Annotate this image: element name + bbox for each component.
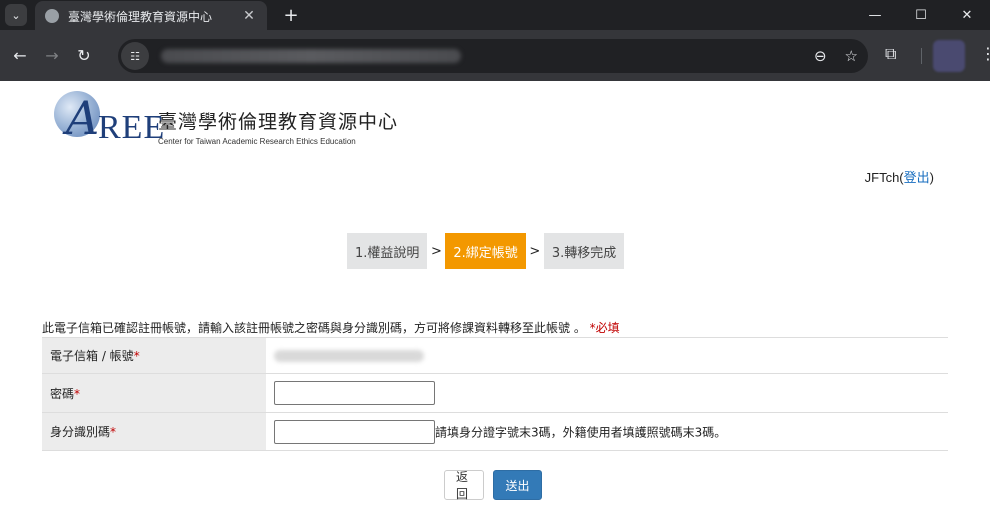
progress-steps: 1.權益說明 > 2.綁定帳號 > 3.轉移完成 bbox=[347, 233, 625, 269]
close-tab-icon[interactable]: ✕ bbox=[241, 8, 257, 24]
new-tab-button[interactable]: + bbox=[281, 5, 301, 26]
submit-button[interactable]: 送出 bbox=[493, 470, 542, 500]
page-content: A REE 臺灣學術倫理教育資源中心 Center for Taiwan Aca… bbox=[0, 81, 990, 515]
browser-tabbar: ⌄ 臺灣學術倫理教育資源中心 ✕ + — ☐ ✕ bbox=[0, 0, 990, 31]
site-logo[interactable]: A REE 臺灣學術倫理教育資源中心 Center for Taiwan Aca… bbox=[52, 91, 397, 151]
browser-toolbar: ← → ↻ ☷ ⊖ ☆ ⧉ ⋮ bbox=[0, 30, 990, 81]
id-code-label-text: 身分識別碼 bbox=[50, 425, 111, 439]
org-name-en: Center for Taiwan Academic Research Ethi… bbox=[158, 137, 356, 146]
password-label: 密碼* bbox=[42, 373, 266, 413]
logo-ree: REE bbox=[98, 109, 166, 146]
logo-a-mark: A bbox=[66, 91, 100, 145]
email-label-text: 電子信箱 / 帳號 bbox=[50, 349, 134, 363]
extensions-icon[interactable]: ⧉ bbox=[885, 44, 896, 64]
email-value bbox=[266, 337, 948, 374]
close-window-button[interactable]: ✕ bbox=[944, 0, 990, 30]
form-buttons: 返回 送出 bbox=[444, 470, 542, 501]
window-controls: — ☐ ✕ bbox=[852, 0, 990, 30]
id-code-hint: 請填身分證字號末3碼，外籍使用者填護照號碼末3碼。 bbox=[435, 425, 727, 439]
browser-tab[interactable]: 臺灣學術倫理教育資源中心 ✕ bbox=[35, 1, 267, 31]
required-star: * bbox=[133, 349, 140, 363]
profile-avatar[interactable] bbox=[933, 40, 965, 72]
username: JFTch bbox=[864, 170, 900, 185]
site-info-icon[interactable]: ☷ bbox=[121, 42, 149, 70]
notice-text: 此電子信箱已確認註冊帳號，請輸入該註冊帳號之密碼與身分識別碼，方可將修課資料轉移… bbox=[42, 321, 586, 335]
step-2: 2.綁定帳號 bbox=[445, 233, 526, 269]
password-cell bbox=[266, 373, 948, 413]
id-code-input[interactable] bbox=[274, 419, 435, 444]
id-code-label: 身分識別碼* bbox=[42, 412, 266, 451]
id-code-cell: 請填身分證字號末3碼，外籍使用者填護照號碼末3碼。 bbox=[266, 412, 948, 451]
maximize-button[interactable]: ☐ bbox=[898, 0, 944, 30]
omnibox-actions: ⊖ ☆ bbox=[814, 39, 858, 73]
zoom-icon[interactable]: ⊖ bbox=[814, 47, 827, 65]
back-button[interactable]: ← bbox=[4, 46, 36, 65]
step-separator: > bbox=[430, 243, 442, 259]
org-name-zh: 臺灣學術倫理教育資源中心 bbox=[158, 111, 399, 133]
tab-title: 臺灣學術倫理教育資源中心 bbox=[68, 9, 213, 24]
user-info: JFTch(登出) bbox=[865, 167, 934, 186]
required-note: *必填 bbox=[589, 321, 620, 335]
step-3: 3.轉移完成 bbox=[543, 233, 625, 269]
password-row: 密碼* bbox=[42, 373, 948, 413]
reload-button[interactable]: ↻ bbox=[68, 46, 100, 65]
email-value-blurred bbox=[274, 350, 424, 362]
password-label-text: 密碼 bbox=[50, 386, 75, 401]
address-bar[interactable]: ☷ ⊖ ☆ bbox=[118, 39, 868, 73]
bookmark-star-icon[interactable]: ☆ bbox=[845, 47, 858, 65]
required-star: * bbox=[74, 386, 81, 401]
back-button[interactable]: 返回 bbox=[444, 470, 484, 501]
logout-link[interactable]: 登出 bbox=[904, 170, 930, 185]
minimize-button[interactable]: — bbox=[852, 0, 898, 30]
globe-icon bbox=[45, 9, 59, 23]
email-row: 電子信箱 / 帳號* bbox=[42, 337, 948, 374]
paren-close: ) bbox=[929, 170, 934, 185]
browser-menu-icon[interactable]: ⋮ bbox=[980, 44, 990, 63]
step-1: 1.權益說明 bbox=[347, 233, 428, 269]
url-text-blurred bbox=[161, 49, 461, 63]
bind-account-form: 電子信箱 / 帳號* 密碼* 身分識別碼* 請填身分證字號末3碼，外籍使用者填護… bbox=[42, 337, 948, 451]
chevron-down-icon: ⌄ bbox=[11, 8, 21, 22]
password-input[interactable] bbox=[274, 381, 435, 405]
tab-search-button[interactable]: ⌄ bbox=[5, 4, 27, 26]
form-notice: 此電子信箱已確認註冊帳號，請輸入該註冊帳號之密碼與身分識別碼，方可將修課資料轉移… bbox=[42, 319, 620, 336]
email-label: 電子信箱 / 帳號* bbox=[42, 337, 266, 374]
id-code-row: 身分識別碼* 請填身分證字號末3碼，外籍使用者填護照號碼末3碼。 bbox=[42, 412, 948, 451]
step-separator: > bbox=[529, 243, 541, 259]
required-star: * bbox=[110, 425, 117, 439]
forward-button[interactable]: → bbox=[36, 46, 68, 65]
toolbar-divider bbox=[921, 48, 922, 64]
